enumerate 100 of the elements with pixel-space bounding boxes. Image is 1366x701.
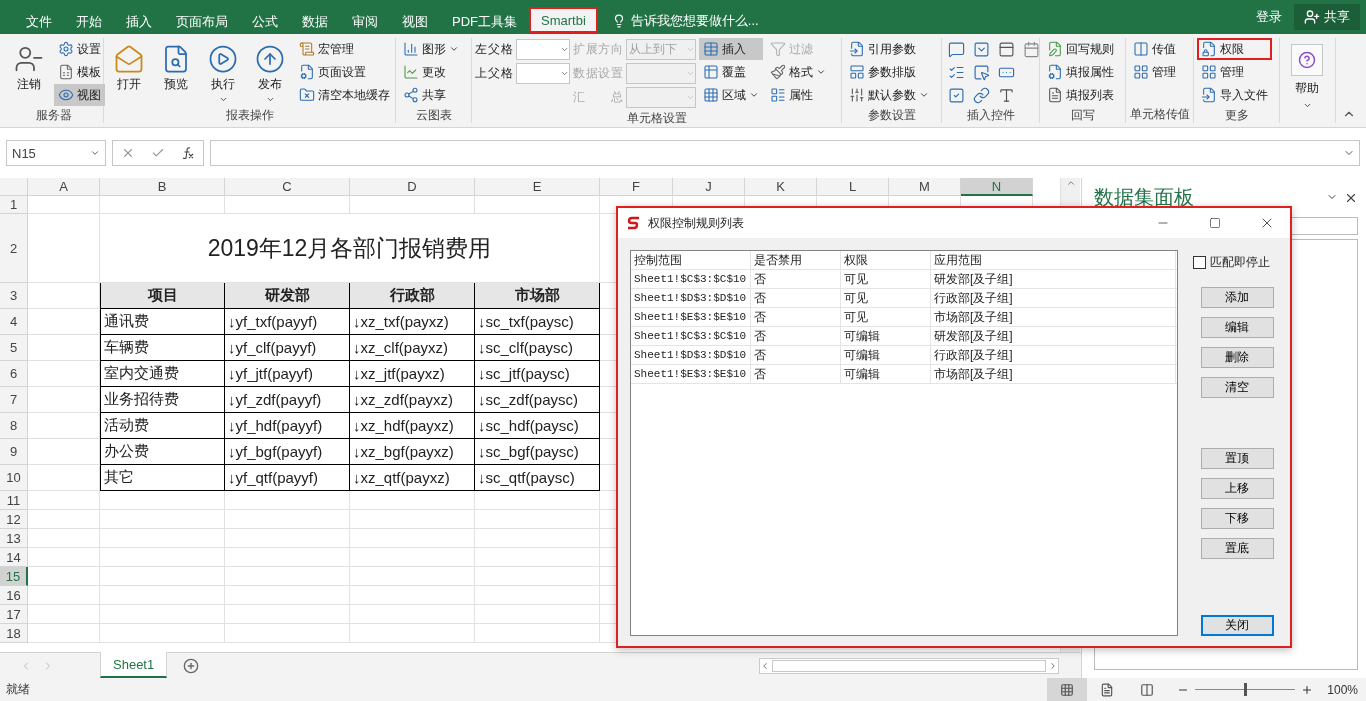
dialog-button[interactable]: 删除 (1200, 347, 1274, 368)
dialog-button[interactable]: 清空 (1200, 377, 1274, 398)
row-header[interactable]: 2 (0, 214, 28, 283)
row-header[interactable]: 14 (0, 548, 28, 567)
function-icon[interactable] (181, 146, 195, 160)
row-header[interactable]: 18 (0, 624, 28, 643)
grid-cell[interactable] (28, 586, 100, 605)
row-header[interactable]: 15 (0, 567, 28, 586)
ribbon-button[interactable]: 管理 (1197, 61, 1272, 83)
ribbon-button[interactable]: 引用参数 (845, 38, 933, 60)
row-header[interactable]: 13 (0, 529, 28, 548)
list-row[interactable]: Sheet1!$E$3:$E$10 否 可见 市场部[及子组] (631, 308, 1177, 327)
ribbon-button[interactable]: 更改 (399, 61, 463, 83)
grid-cell[interactable] (28, 196, 100, 214)
share-button[interactable]: 共享 (1294, 4, 1360, 30)
dialog-button[interactable]: 置底 (1200, 538, 1274, 559)
grid-cell[interactable] (100, 196, 225, 214)
row-header[interactable]: 16 (0, 586, 28, 605)
column-header[interactable]: C (225, 178, 350, 196)
grid-cell[interactable] (100, 567, 225, 586)
column-header[interactable]: K (745, 178, 817, 196)
ribbon-tab[interactable]: 开始 (64, 7, 114, 34)
grid-cell[interactable] (475, 510, 600, 529)
grid-cell[interactable] (100, 605, 225, 624)
ribbon-button[interactable]: 格式 (766, 61, 830, 83)
ribbon-button[interactable]: 图形 (399, 38, 463, 60)
grid-cell[interactable] (475, 605, 600, 624)
tell-me-field[interactable]: 告诉我您想要做什么... (611, 7, 759, 34)
grid-cell[interactable] (28, 413, 100, 439)
grid-cell[interactable] (100, 624, 225, 643)
row-header[interactable]: 17 (0, 605, 28, 624)
row-header[interactable]: 1 (0, 196, 28, 214)
scroll-up-icon[interactable] (1065, 178, 1076, 188)
grid-cell[interactable] (350, 529, 475, 548)
dialog-button[interactable]: 置顶 (1200, 448, 1274, 469)
row-header[interactable]: 7 (0, 387, 28, 413)
column-header[interactable]: B (100, 178, 225, 196)
grid-cell[interactable] (100, 510, 225, 529)
column-header[interactable]: E (475, 178, 600, 196)
scroll-left-icon[interactable] (760, 660, 770, 671)
column-header[interactable]: A (28, 178, 100, 196)
ribbon-tab[interactable]: 页面布局 (164, 7, 240, 34)
ribbon-button[interactable]: 模板 (54, 61, 105, 83)
grid-cell[interactable] (100, 586, 225, 605)
ribbon-button[interactable]: 填报列表 (1043, 84, 1118, 106)
grid-cell[interactable] (100, 529, 225, 548)
grid-cell[interactable] (475, 196, 600, 214)
ribbon-button[interactable]: 参数排版 (845, 61, 933, 83)
grid-cell[interactable] (28, 387, 100, 413)
grid-cell[interactable] (475, 529, 600, 548)
ribbon-button[interactable]: 共享 (399, 84, 463, 106)
column-header[interactable]: 应用范围 (931, 251, 1176, 269)
ribbon-tab[interactable]: 数据 (290, 7, 340, 34)
grid-cell[interactable] (225, 510, 350, 529)
combo-field[interactable] (516, 39, 570, 60)
formula-field[interactable] (210, 140, 1360, 166)
ribbon-button[interactable]: 执行 (201, 38, 245, 106)
list-row[interactable]: Sheet1!$D$3:$D$10 否 可见 行政部[及子组] (631, 289, 1177, 308)
view-button[interactable] (1047, 678, 1088, 701)
zoom-in-icon[interactable] (1301, 683, 1314, 696)
column-header[interactable]: F (600, 178, 673, 196)
grid-cell[interactable] (350, 605, 475, 624)
zoom-thumb[interactable] (1243, 683, 1247, 696)
row-header[interactable]: 4 (0, 309, 28, 335)
ribbon-tab[interactable]: Smartbi (529, 7, 598, 33)
ribbon-button[interactable]: 注销 (7, 38, 51, 95)
scroll-right-icon[interactable] (1048, 660, 1058, 671)
grid-cell[interactable] (350, 567, 475, 586)
grid-cell[interactable] (28, 361, 100, 387)
grid-cell[interactable] (475, 624, 600, 643)
cancel-icon[interactable] (121, 146, 135, 160)
ribbon-tab[interactable]: 公式 (240, 7, 290, 34)
grid-cell[interactable] (350, 196, 475, 214)
grid-cell[interactable] (28, 439, 100, 465)
column-header[interactable]: M (889, 178, 961, 196)
grid-cell[interactable] (475, 586, 600, 605)
grid-cell[interactable] (350, 624, 475, 643)
dialog-button[interactable]: 关闭 (1200, 615, 1274, 636)
list-row[interactable]: Sheet1!$C$3:$C$10 否 可编辑 研发部[及子组] (631, 327, 1177, 346)
row-header[interactable]: 10 (0, 465, 28, 491)
ribbon-button[interactable]: 传值 (1129, 38, 1180, 60)
dialog-button[interactable]: 添加 (1200, 287, 1274, 308)
column-header[interactable]: 是否禁用 (751, 251, 841, 269)
grid-cell[interactable] (100, 491, 225, 510)
grid-cell[interactable] (28, 214, 100, 283)
ribbon-button[interactable]: 视图 (54, 84, 105, 106)
grid-cell[interactable] (28, 335, 100, 361)
ribbon-tab[interactable]: 插入 (114, 7, 164, 34)
ribbon-tab[interactable]: 审阅 (340, 7, 390, 34)
grid-cell[interactable] (225, 586, 350, 605)
grid-cell[interactable] (225, 567, 350, 586)
column-header[interactable]: L (817, 178, 889, 196)
row-header[interactable]: 8 (0, 413, 28, 439)
column-header[interactable]: 权限 (841, 251, 931, 269)
grid-cell[interactable] (350, 510, 475, 529)
grid-cell[interactable] (28, 567, 100, 586)
grid-cell[interactable] (28, 510, 100, 529)
grid-cell[interactable] (475, 491, 600, 510)
grid-cell[interactable] (475, 567, 600, 586)
ribbon-button[interactable]: 权限 (1197, 38, 1272, 60)
